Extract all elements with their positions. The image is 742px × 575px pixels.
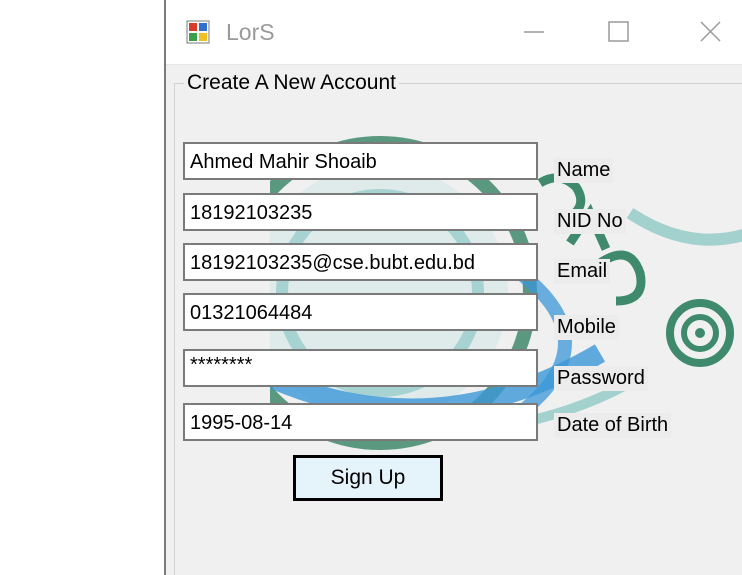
name-label: Name xyxy=(554,158,614,183)
nid-input[interactable]: 18192103235 xyxy=(183,193,538,231)
lors-window: LorS Create A New Account Ahmed Mahir Sh… xyxy=(164,0,742,575)
maximize-icon xyxy=(608,21,629,42)
close-button[interactable] xyxy=(690,14,730,50)
password-label: Password xyxy=(554,366,648,391)
app-icon xyxy=(186,20,210,44)
minimize-button[interactable] xyxy=(514,14,554,50)
window-title: LorS xyxy=(226,19,275,45)
date-of-birth-input[interactable]: 1995-08-14 xyxy=(183,403,538,441)
email-label: Email xyxy=(554,259,611,284)
mobile-label: Mobile xyxy=(554,315,619,340)
minimize-icon xyxy=(524,31,544,33)
date-of-birth-label: Date of Birth xyxy=(554,413,672,438)
mobile-input[interactable]: 01321064484 xyxy=(183,293,538,331)
title-bar[interactable]: LorS xyxy=(166,0,742,65)
name-input[interactable]: Ahmed Mahir Shoaib xyxy=(183,142,538,180)
nid-label: NID No xyxy=(554,209,626,234)
sign-up-button[interactable]: Sign Up xyxy=(293,455,443,501)
maximize-button[interactable] xyxy=(598,14,638,50)
close-icon xyxy=(700,21,721,42)
group-title: Create A New Account xyxy=(184,71,399,95)
password-input[interactable]: ******** xyxy=(183,349,538,387)
email-input[interactable]: 18192103235@cse.bubt.edu.bd xyxy=(183,243,538,281)
form-client-area: Create A New Account Ahmed Mahir Shoaib … xyxy=(166,65,742,575)
